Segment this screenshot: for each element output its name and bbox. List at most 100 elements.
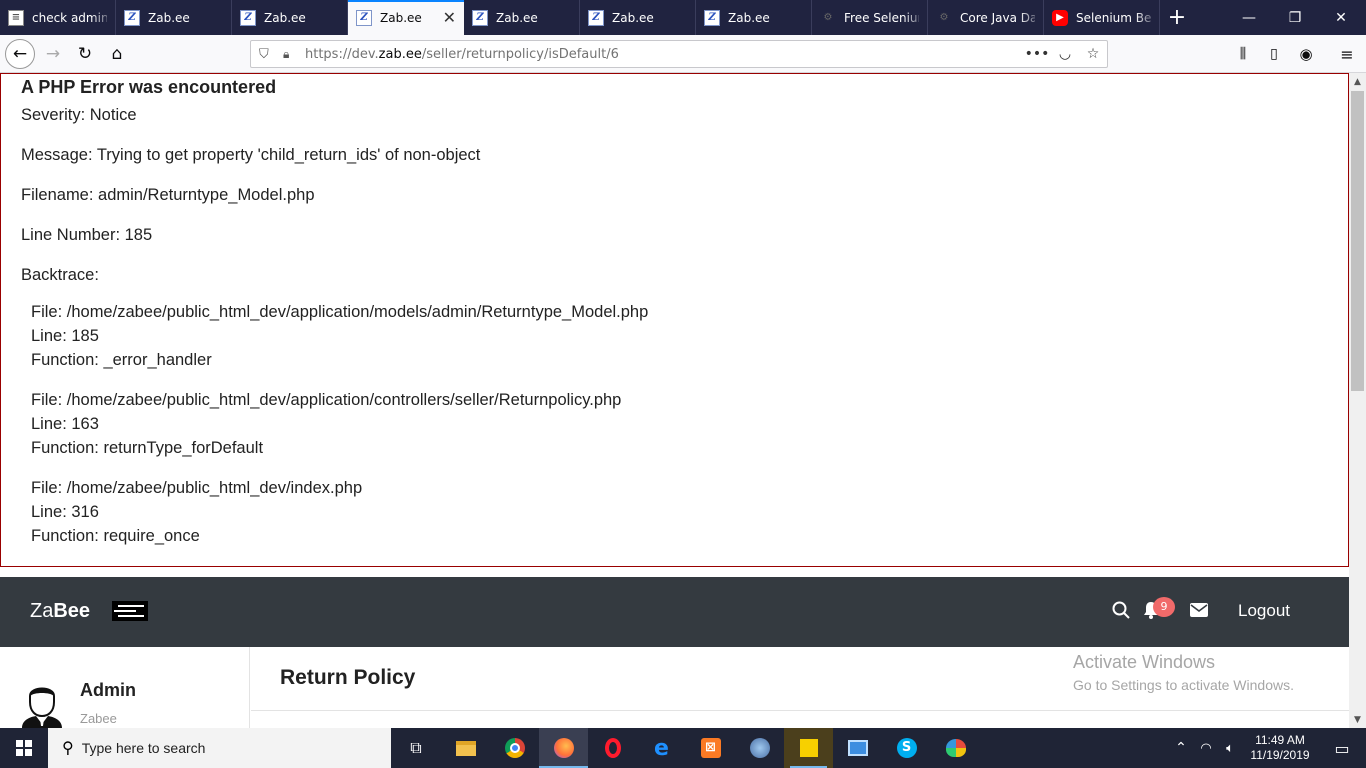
page-title: Return Policy <box>280 666 416 689</box>
search-icon: ⚲ <box>62 740 74 757</box>
new-tab-button[interactable]: + <box>1160 0 1194 35</box>
network-tool-icon[interactable] <box>735 728 784 768</box>
gear-icon: ⚙ <box>939 12 949 23</box>
wifi-icon[interactable]: ◠ <box>1194 741 1218 756</box>
close-tab-icon[interactable]: ✕ <box>443 8 456 27</box>
pocket-icon[interactable]: ◡ <box>1051 46 1079 62</box>
shield-icon[interactable]: ⛉ <box>259 47 275 62</box>
error-severity: Severity: Notice <box>21 106 137 124</box>
tab-free-selenium[interactable]: ⚙ Free Selenium <box>812 0 928 35</box>
system-clock[interactable]: 11:49 AM 11/19/2019 <box>1242 733 1318 763</box>
forward-button[interactable]: → <box>38 39 68 69</box>
hamburger-menu-icon[interactable]: ≡ <box>1332 39 1362 69</box>
sticky-notes-icon[interactable] <box>784 728 833 768</box>
library-icon[interactable]: ⫼ <box>1228 39 1258 69</box>
zabee-icon: Z <box>704 9 720 26</box>
user-subtitle: Zabee <box>80 711 117 726</box>
backtrace-function: Function: require_once <box>31 527 200 545</box>
clock-time: 11:49 AM <box>1255 733 1305 747</box>
backtrace-entry: File: /home/zabee/public_html_dev/index.… <box>31 476 1328 548</box>
taskbar-search-placeholder: Type here to search <box>81 740 206 756</box>
activate-windows-subtitle: Go to Settings to activate Windows. <box>1073 677 1294 693</box>
backtrace-label: Backtrace: <box>21 266 99 284</box>
home-button[interactable]: ⌂ <box>102 39 132 69</box>
edge-icon[interactable]: e <box>637 728 686 768</box>
zabee-icon: Z <box>356 9 372 26</box>
youtube-icon: ▶ <box>1052 9 1068 26</box>
scroll-up-icon[interactable]: ▲ <box>1349 73 1366 90</box>
action-center-icon[interactable]: ▭ <box>1318 739 1366 758</box>
gear-icon: ⚙ <box>823 12 833 23</box>
bookmark-star-icon[interactable]: ☆ <box>1079 46 1107 62</box>
volume-icon[interactable]: 🔈︎ <box>1218 741 1242 756</box>
xampp-icon[interactable]: ⊠ <box>686 728 735 768</box>
tab-zabee-1[interactable]: Z Zab.ee <box>116 0 232 35</box>
error-heading: A PHP Error was encountered <box>21 77 277 97</box>
php-error-box: A PHP Error was encountered Severity: No… <box>0 73 1349 567</box>
tab-selenium-beg[interactable]: ▶ Selenium Beg <box>1044 0 1160 35</box>
clock-date: 11/19/2019 <box>1250 748 1310 762</box>
site-logo[interactable]: ZaBee <box>30 600 90 623</box>
url-text[interactable]: https://dev.zab.ee/seller/returnpolicy/i… <box>305 47 1023 62</box>
error-filename: Filename: admin/Returntype_Model.php <box>21 186 315 204</box>
windows-logo-icon <box>16 740 32 756</box>
tab-check-admin[interactable]: ≡ check admin <box>0 0 116 35</box>
reload-button[interactable]: ↻ <box>70 39 100 69</box>
backtrace-entry: File: /home/zabee/public_html_dev/applic… <box>31 300 1328 372</box>
file-explorer-icon[interactable] <box>441 728 490 768</box>
close-window-button[interactable]: ✕ <box>1318 0 1364 35</box>
doc-icon: ≡ <box>8 9 24 26</box>
page-actions-icon[interactable]: ••• <box>1023 46 1051 62</box>
sidebar-icon[interactable]: ▯ <box>1259 39 1289 69</box>
firefox-icon[interactable] <box>539 728 588 768</box>
search-icon[interactable] <box>1112 601 1130 624</box>
tab-core-java[interactable]: ⚙ Core Java Dat <box>928 0 1044 35</box>
zabee-icon: Z <box>588 9 604 26</box>
system-tray: ⌃ ◠ 🔈︎ 11:49 AM 11/19/2019 ▭ <box>1168 728 1366 768</box>
windows-taskbar: ⚲ Type here to search ⧉ e ⊠ S ⌃ ◠ 🔈︎ 11:… <box>0 728 1366 768</box>
zabee-icon: Z <box>240 9 256 26</box>
back-button[interactable]: ← <box>5 39 35 69</box>
tab-zabee-4[interactable]: Z Zab.ee <box>464 0 580 35</box>
error-message: Message: Trying to get property 'child_r… <box>21 146 481 164</box>
opera-icon[interactable] <box>588 728 637 768</box>
account-icon[interactable]: ◉ <box>1291 39 1321 69</box>
start-button[interactable] <box>0 728 48 768</box>
tab-title: Zab.ee <box>148 10 190 25</box>
skype-icon[interactable]: S <box>882 728 931 768</box>
tab-strip: ≡ check admin Z Zab.ee Z Zab.ee Z Zab.ee… <box>0 0 1366 35</box>
control-panel-icon[interactable] <box>833 728 882 768</box>
lock-icon[interactable]: 🔒︎ <box>283 47 299 62</box>
backtrace-entry: File: /home/zabee/public_html_dev/applic… <box>31 388 1328 460</box>
logout-link[interactable]: Logout <box>1238 601 1290 621</box>
tab-zabee-2[interactable]: Z Zab.ee <box>232 0 348 35</box>
backtrace-function: Function: returnType_forDefault <box>31 439 264 457</box>
tab-zabee-6[interactable]: Z Zab.ee <box>696 0 812 35</box>
taskbar-search-box[interactable]: ⚲ Type here to search <box>48 728 391 768</box>
restore-button[interactable]: ❐ <box>1272 0 1318 35</box>
user-avatar-icon <box>18 680 66 728</box>
address-bar[interactable]: ⛉ 🔒︎ https://dev.zab.ee/seller/returnpol… <box>250 40 1108 68</box>
zabee-icon: Z <box>124 9 140 26</box>
mail-icon[interactable] <box>1190 601 1208 622</box>
scroll-down-icon[interactable]: ▼ <box>1349 711 1366 728</box>
tab-zabee-5[interactable]: Z Zab.ee <box>580 0 696 35</box>
task-view-icon[interactable]: ⧉ <box>391 728 441 768</box>
scrollbar-thumb[interactable] <box>1351 91 1364 391</box>
error-line-number: Line Number: 185 <box>21 226 153 244</box>
backtrace-file: File: /home/zabee/public_html_dev/applic… <box>31 303 649 321</box>
tab-title: Zab.ee <box>496 10 538 25</box>
navigation-toolbar: ← → ↻ ⌂ ⛉ 🔒︎ https://dev.zab.ee/seller/r… <box>0 35 1366 73</box>
backtrace-file: File: /home/zabee/public_html_dev/index.… <box>31 479 363 497</box>
paint-icon[interactable] <box>931 728 980 768</box>
menu-toggle-icon[interactable] <box>112 601 148 621</box>
tab-zabee-active[interactable]: Z Zab.ee ✕ <box>348 0 464 35</box>
backtrace-line: Line: 163 <box>31 415 99 433</box>
user-name: Admin <box>80 680 136 700</box>
show-hidden-icons-icon[interactable]: ⌃ <box>1168 740 1194 756</box>
page-scrollbar[interactable]: ▲ ▼ <box>1349 73 1366 728</box>
chrome-icon[interactable] <box>490 728 539 768</box>
backtrace-file: File: /home/zabee/public_html_dev/applic… <box>31 391 622 409</box>
minimize-button[interactable]: — <box>1226 0 1272 35</box>
notification-badge: 9 <box>1153 597 1175 617</box>
